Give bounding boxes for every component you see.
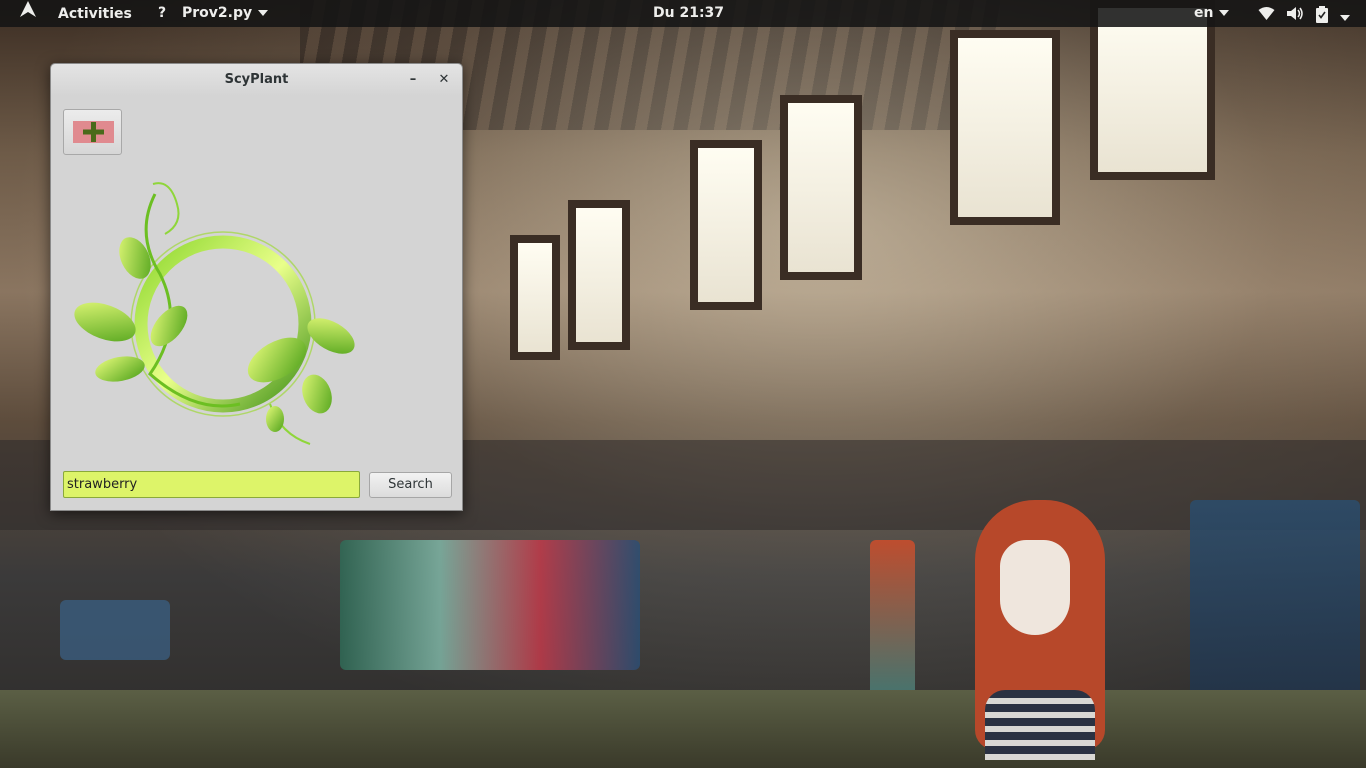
top-bar: Activities ? Prov2.py Du 21:37 en xyxy=(0,0,1366,27)
chevron-down-icon xyxy=(1219,10,1230,16)
wallpaper-window xyxy=(950,30,1060,225)
wallpaper-graffiti xyxy=(340,540,640,670)
wifi-icon[interactable] xyxy=(1258,6,1275,25)
wallpaper-floor xyxy=(0,690,1366,768)
wallpaper-mural-face xyxy=(1000,540,1070,635)
wallpaper-window xyxy=(568,200,630,350)
clock[interactable]: Du 21:37 xyxy=(653,0,724,27)
wallpaper-mural-shirt xyxy=(985,690,1095,760)
search-input[interactable] xyxy=(63,471,360,498)
minimize-button[interactable]: – xyxy=(403,72,423,88)
gnome-foot-icon xyxy=(18,0,38,28)
keyboard-layout-label: en xyxy=(1194,5,1214,21)
chevron-down-icon xyxy=(258,10,269,16)
keyboard-layout-indicator[interactable]: en xyxy=(1194,0,1230,27)
wallpaper-window xyxy=(1090,0,1215,180)
wallpaper-window xyxy=(690,140,762,310)
wallpaper-window xyxy=(510,235,560,360)
close-button[interactable]: ✕ xyxy=(434,72,454,88)
power-menu-icon[interactable] xyxy=(1340,10,1350,26)
app-menu[interactable]: ? Prov2.py xyxy=(158,0,269,27)
help-question-icon: ? xyxy=(158,5,167,21)
scyplant-window: ScyPlant – ✕ strawberry Search xyxy=(50,63,463,511)
wallpaper-graffiti xyxy=(60,600,170,660)
plant-vine-icon xyxy=(65,174,365,454)
app-menu-label: Prov2.py xyxy=(182,5,253,21)
battery-icon[interactable] xyxy=(1315,6,1329,27)
search-button[interactable]: Search xyxy=(369,472,452,498)
volume-icon[interactable] xyxy=(1286,6,1304,25)
window-titlebar[interactable]: ScyPlant – ✕ xyxy=(51,64,462,96)
add-button[interactable] xyxy=(63,109,122,155)
activities-label: Activities xyxy=(58,6,132,22)
add-plus-icon xyxy=(73,121,114,143)
chevron-down-icon xyxy=(1340,15,1350,21)
wallpaper-window xyxy=(780,95,862,280)
window-title: ScyPlant xyxy=(224,72,289,87)
activities-button[interactable]: Activities xyxy=(18,0,132,27)
